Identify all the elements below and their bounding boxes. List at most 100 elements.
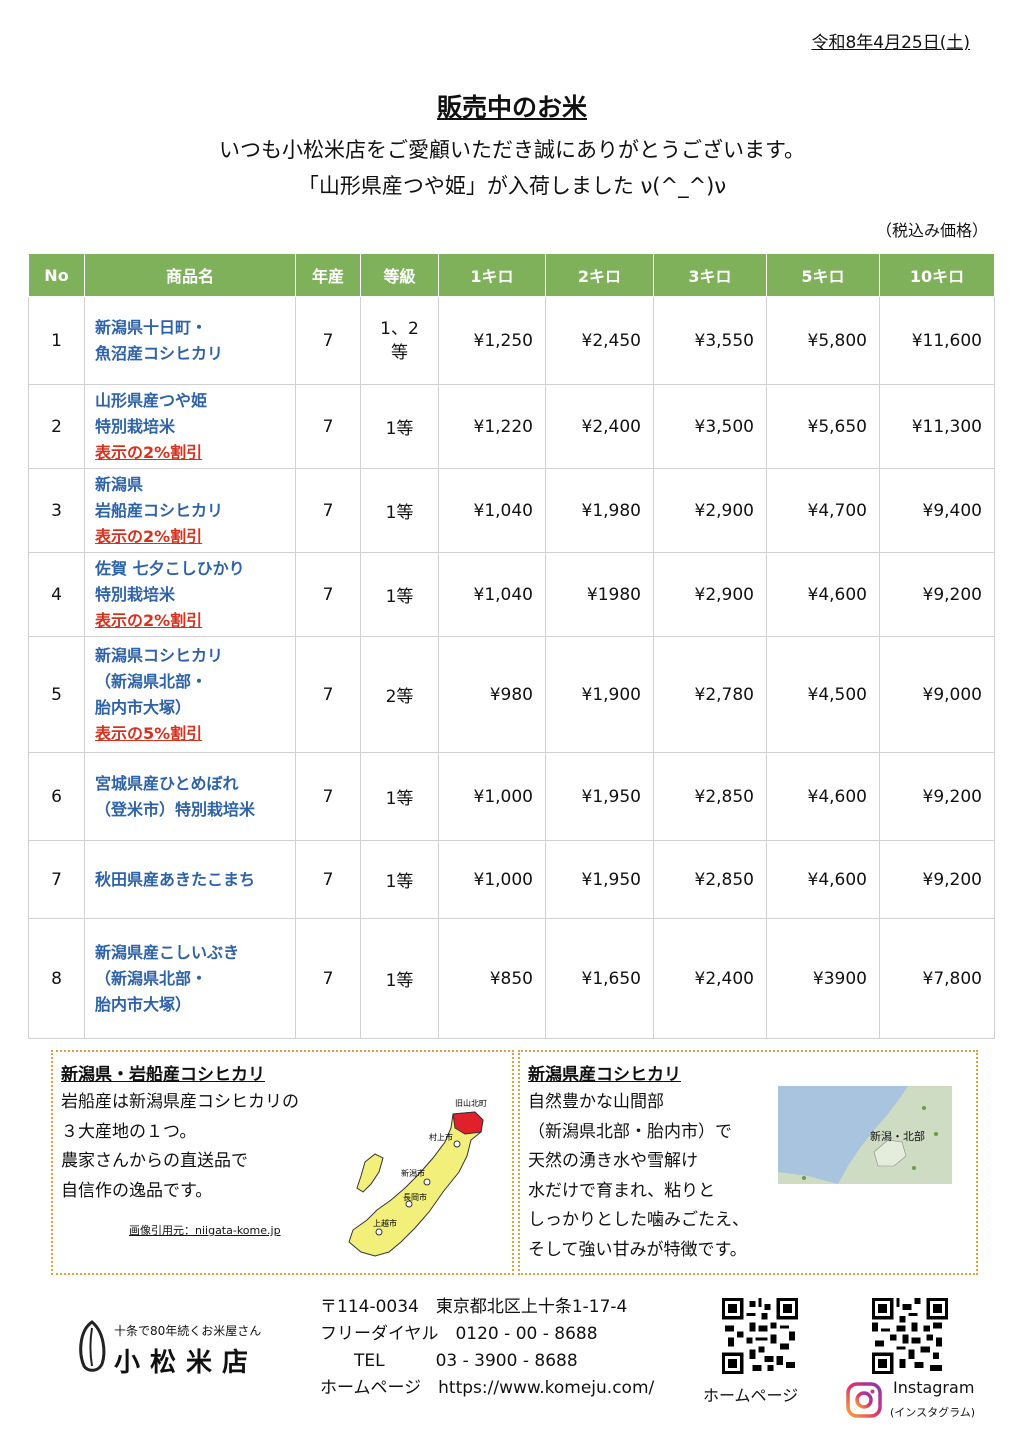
product-name-line: 秋田県産あきたこまち [95, 869, 256, 889]
grade: 2等 [360, 636, 439, 753]
table-row: 3 新潟県 岩船産コシヒカリ 表示の2%割引 7 1等 ¥1,040 ¥1,980 ¥2,900… [28, 468, 995, 553]
logo-tagline: 十条で80年続くお米屋さん [114, 1324, 262, 1338]
price-5kg: ¥5,650 [766, 384, 880, 469]
product-name: 新潟県コシヒカリ （新潟県北部・ 胎内市大塚） 表示の5%割引 [84, 636, 296, 753]
product-name: 秋田県産あきたこまち [84, 840, 296, 919]
product-name: 佐賀 七夕こしひかり 特別栽培米 表示の2%割引 [84, 552, 296, 637]
product-name-line: 宮城県産ひとめぼれ [95, 773, 239, 793]
production-year: 7 [295, 636, 361, 753]
freedial: フリーダイヤル 0120 - 00 - 8688 [320, 1324, 598, 1344]
discount-label: 表示の2%割引 [95, 526, 203, 546]
price-3kg: ¥2,850 [653, 752, 767, 841]
niigata-line: 自然豊かな山間部 [528, 1092, 664, 1112]
instagram-icon[interactable] [846, 1382, 882, 1418]
table-row: 7 秋田県産あきたこまち 7 1等 ¥1,000 ¥1,950 ¥2,850 ¥4,600 ¥9… [28, 840, 995, 919]
image-credit: 画像引用元：niigata-kome.jp [129, 1224, 281, 1237]
greeting-line-1: いつも小松米店をご愛顧いただき誠にありがとうございます。 [219, 138, 805, 162]
production-year: 7 [295, 296, 361, 385]
product-name: 山形県産つや姫 特別栽培米 表示の2%割引 [84, 384, 296, 469]
instagram-qr-code-icon[interactable] [872, 1298, 948, 1374]
product-name-line: 胎内市大塚） [95, 994, 192, 1014]
tax-note: （税込み価格） [875, 221, 988, 240]
price-2kg: ¥1,900 [545, 636, 654, 753]
table-row: 5 新潟県コシヒカリ （新潟県北部・ 胎内市大塚） 表示の5%割引 7 2等 ¥980 ¥1,9… [28, 636, 995, 753]
price-10kg: ¥7,800 [879, 918, 995, 1039]
map-label-murakami: 村上市 [429, 1132, 453, 1142]
niigata-line: （新潟県北部・胎内市）で [528, 1121, 732, 1142]
row-number: 1 [28, 296, 85, 385]
address: 〒114-0034 東京都北区上十条1-17-4 [320, 1297, 628, 1317]
map-label-niigata-north: 新潟・北部 [870, 1129, 925, 1143]
map-label-joetsu: 上越市 [373, 1218, 397, 1228]
price-2kg: ¥1,650 [545, 918, 654, 1039]
page-title: 販売中のお米 [436, 93, 587, 122]
niigata-map-image: 旧山北町 村上市 新潟市 長岡市 上越市 [348, 1098, 487, 1257]
production-year: 7 [295, 468, 361, 553]
product-name: 新潟県産こしいぶき （新潟県北部・ 胎内市大塚） [84, 918, 296, 1039]
price-3kg: ¥2,900 [653, 468, 767, 553]
issue-date: 令和8年4月25日(土) [811, 33, 970, 53]
price-2kg: ¥1980 [545, 552, 654, 637]
price-2kg: ¥2,450 [545, 296, 654, 385]
table-row: 4 佐賀 七夕こしひかり 特別栽培米 表示の2%割引 7 1等 ¥1,040 ¥1980 ¥2,… [28, 552, 995, 637]
product-name-line: 新潟県産こしいぶき [95, 942, 240, 962]
row-number: 8 [28, 918, 85, 1039]
niigata-text: 自然豊かな山間部 （新潟県北部・胎内市）で 天然の湧き水や雪解け 水だけで育まれ… [528, 1088, 749, 1265]
price-1kg: ¥1,220 [438, 384, 546, 469]
niigata-line: 天然の湧き水や雪解け [528, 1151, 698, 1171]
homepage-url[interactable]: ホームページ https://www.komeju.com/ [320, 1375, 654, 1402]
price-10kg: ¥9,200 [879, 840, 995, 919]
header-no: No [28, 253, 85, 297]
iwafune-line: 岩船産は新潟県産コシヒカリの [61, 1092, 299, 1112]
homepage-qr-label: ホームページ [703, 1386, 799, 1405]
price-10kg: ¥11,600 [879, 296, 995, 385]
price-1kg: ¥980 [438, 636, 546, 753]
discount-label: 表示の2%割引 [95, 442, 203, 462]
product-name-line: 山形県産つや姫 [95, 390, 208, 410]
rice-grain-logo-icon [79, 1320, 106, 1372]
product-name-line: 特別栽培米 [95, 584, 176, 604]
logo-shop-name: 小松米店 [114, 1348, 259, 1378]
telephone: TEL 03 - 3900 - 8688 [320, 1351, 578, 1371]
row-number: 7 [28, 840, 85, 919]
header-1kg: 1キロ [438, 253, 546, 297]
price-1kg: ¥1,000 [438, 752, 546, 841]
product-name-line: 胎内市大塚） [95, 697, 192, 717]
map-label-niigata: 新潟市 [401, 1168, 425, 1178]
row-number: 3 [28, 468, 85, 553]
price-10kg: ¥9,200 [879, 552, 995, 637]
price-1kg: ¥1,040 [438, 552, 546, 637]
iwafune-line: ３大産地の１つ。 [61, 1121, 197, 1142]
price-10kg: ¥9,000 [879, 636, 995, 753]
price-3kg: ¥3,500 [653, 384, 767, 469]
discount-label: 表示の5%割引 [95, 723, 203, 743]
price-5kg: ¥4,600 [766, 552, 880, 637]
grade: 1等 [360, 840, 439, 919]
price-5kg: ¥3900 [766, 918, 880, 1039]
header-10kg: 10キロ [879, 253, 995, 297]
product-name-line: （登米市）特別栽培米 [95, 799, 256, 819]
iwafune-line: 農家さんからの直送品で [61, 1151, 248, 1171]
price-1kg: ¥1,040 [438, 468, 546, 553]
niigata-info-box: 新潟県産コシヒカリ 自然豊かな山間部 （新潟県北部・胎内市）で 天然の湧き水や雪… [518, 1050, 978, 1275]
niigata-line: しっかりとした噛みごたえ、 [528, 1210, 749, 1230]
price-2kg: ¥1,950 [545, 840, 654, 919]
iwafune-heading: 新潟県・岩船産コシヒカリ [61, 1065, 265, 1085]
instagram-sub-label: (インスタグラム) [890, 1406, 976, 1419]
price-2kg: ¥1,950 [545, 752, 654, 841]
production-year: 7 [295, 752, 361, 841]
product-name: 宮城県産ひとめぼれ （登米市）特別栽培米 [84, 752, 296, 841]
price-10kg: ¥9,200 [879, 752, 995, 841]
grade: 1等 [360, 468, 439, 553]
niigata-line: そして強い甘みが特徴です。 [528, 1239, 747, 1260]
price-2kg: ¥2,400 [545, 384, 654, 469]
price-table-body: 1 新潟県十日町・ 魚沼産コシヒカリ 7 1、2等 ¥1,250 ¥2,450 ¥3,550 ¥… [28, 296, 995, 1039]
price-5kg: ¥4,700 [766, 468, 880, 553]
product-name-line: （新潟県北部・ [95, 968, 208, 988]
price-5kg: ¥4,600 [766, 840, 880, 919]
price-1kg: ¥850 [438, 918, 546, 1039]
homepage-qr-code-icon[interactable] [722, 1298, 798, 1374]
price-1kg: ¥1,250 [438, 296, 546, 385]
instagram-label: Instagram [893, 1378, 975, 1397]
price-3kg: ¥3,550 [653, 296, 767, 385]
